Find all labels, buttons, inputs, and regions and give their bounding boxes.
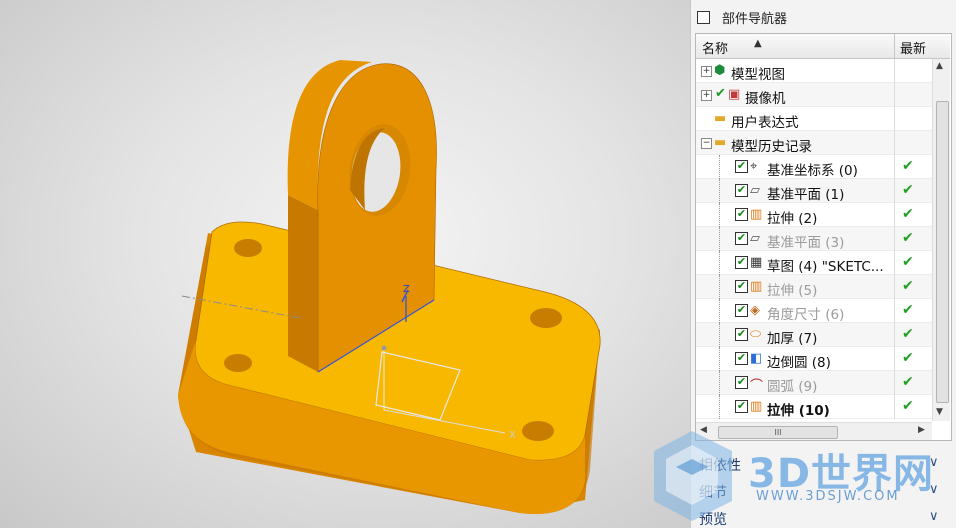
feature-checkbox[interactable]: ✔ [735, 376, 748, 389]
navigator-title-bar: 部件导航器 [697, 6, 787, 28]
angle-dimension-icon: ◈ [750, 303, 760, 318]
tree-row-label: 模型历史记录 [731, 139, 812, 155]
scroll-down-icon[interactable]: ▼ [936, 407, 943, 417]
navigator-tree: 名称 ▲ 最新 + ⬢ 模型视图 + ✔ ▣ 摄像机 ▬ 用户表达式 − ▬ 模型历史记录 ✔ ⌖ 基准坐标… [695, 33, 952, 441]
feature-checkbox[interactable]: ✔ [735, 160, 748, 173]
feature-checkbox[interactable]: ✔ [735, 184, 748, 197]
tree-row[interactable]: ✔ ▱ 基准平面 (3) ✔ [696, 227, 932, 251]
tree-header: 名称 ▲ 最新 [696, 34, 950, 59]
arc-icon: ⌒ [750, 379, 764, 394]
preview-expand-icon[interactable]: ∨ [929, 509, 939, 524]
dependents-expand-icon[interactable]: ∨ [929, 455, 939, 470]
section-preview[interactable]: 预览 [699, 509, 727, 529]
feature-checkbox[interactable]: ✔ [735, 208, 748, 221]
tree-row[interactable]: + ✔ ▣ 摄像机 [696, 83, 932, 107]
latest-check-icon: ✔ [902, 254, 914, 270]
tree-row[interactable]: ✔ ◈ 角度尺寸 (6) ✔ [696, 299, 932, 323]
folder-icon: ▬ [714, 111, 727, 126]
feature-checkbox[interactable]: ✔ [735, 328, 748, 341]
triad-x-label: X [509, 430, 516, 441]
latest-check-icon: ✔ [902, 182, 914, 198]
tree-row[interactable]: ✔ ▱ 基准平面 (1) ✔ [696, 179, 932, 203]
feature-checkbox[interactable]: ✔ [735, 352, 748, 365]
tree-row-label: 基准坐标系 (0) [767, 163, 858, 179]
tree-row[interactable]: ✔ ⬭ 加厚 (7) ✔ [696, 323, 932, 347]
extrude-icon: ▥ [750, 207, 763, 222]
vertical-scrollbar[interactable]: ▲ ▼ [932, 59, 950, 421]
latest-check-icon: ✔ [902, 326, 914, 342]
tree-row-label: 摄像机 [745, 91, 786, 107]
folder-open-icon: ▬ [714, 135, 727, 150]
edge-blend-icon: ◧ [750, 351, 763, 366]
tree-row-label: 用户表达式 [731, 115, 799, 131]
camera-icon: ▣ [728, 87, 741, 102]
tree-row-label: 边倒圆 (8) [767, 355, 831, 371]
tree-row-label: 模型视图 [731, 67, 785, 83]
tree-row-label: 拉伸 (10) [767, 403, 830, 419]
tree-row[interactable]: − ▬ 模型历史记录 [696, 131, 932, 155]
tree-row-label: 基准平面 (3) [767, 235, 845, 251]
tree-row[interactable]: ✔ ▥ 拉伸 (5) ✔ [696, 275, 932, 299]
expand-icon[interactable]: + [701, 66, 712, 77]
tree-row-label: 加厚 (7) [767, 331, 818, 347]
scroll-thumb[interactable] [936, 101, 949, 403]
feature-checkbox[interactable]: ✔ [735, 304, 748, 317]
part-navigator-panel: 部件导航器 名称 ▲ 最新 + ⬢ 模型视图 + ✔ ▣ 摄像机 ▬ 用户表达式 − ▬ 模型历史记录… [690, 0, 956, 528]
extrude-icon: ▥ [750, 399, 763, 414]
camera-check-icon: ✔ [715, 86, 726, 101]
datum-csys-icon: ⌖ [750, 159, 758, 174]
tree-row-label: 角度尺寸 (6) [767, 307, 845, 323]
triad-z-label: Z [403, 284, 410, 295]
tree-row[interactable]: ✔ ▥ 拉伸 (2) ✔ [696, 203, 932, 227]
collapse-icon[interactable]: − [701, 138, 712, 149]
feature-checkbox[interactable]: ✔ [735, 280, 748, 293]
latest-check-icon: ✔ [902, 374, 914, 390]
expand-icon[interactable]: + [701, 90, 712, 101]
tree-row-label: 拉伸 (2) [767, 211, 818, 227]
sketch-icon: ▦ [750, 255, 763, 270]
tree-row[interactable]: ✔ ◧ 边倒圆 (8) ✔ [696, 347, 932, 371]
thicken-icon: ⬭ [750, 327, 762, 342]
latest-check-icon: ✔ [902, 302, 914, 318]
extrude-icon: ▥ [750, 279, 763, 294]
section-details[interactable]: 细节 [699, 482, 727, 502]
horizontal-scrollbar[interactable]: ◀ III ▶ [696, 422, 932, 440]
tree-row-label: 拉伸 (5) [767, 283, 818, 299]
latest-check-icon: ✔ [902, 158, 914, 174]
column-header-latest[interactable]: 最新 [900, 38, 926, 57]
column-header-name[interactable]: 名称 [702, 38, 728, 57]
tree-row[interactable]: ✔ ⌖ 基准坐标系 (0) ✔ [696, 155, 932, 179]
latest-check-icon: ✔ [902, 230, 914, 246]
latest-check-icon: ✔ [902, 398, 914, 414]
datum-plane-icon: ▱ [750, 231, 760, 246]
pin-checkbox[interactable] [697, 10, 710, 24]
details-expand-icon[interactable]: ∨ [929, 482, 939, 497]
tree-row[interactable]: ✔ ▦ 草图 (4) "SKETC... ✔ [696, 251, 932, 275]
tree-row-label: 圆弧 (9) [767, 379, 818, 395]
tree-row[interactable]: ✔ ⌒ 圆弧 (9) ✔ [696, 371, 932, 395]
feature-checkbox[interactable]: ✔ [735, 400, 748, 413]
horizontal-scroll-thumb[interactable]: III [718, 426, 838, 439]
tree-row-label: 基准平面 (1) [767, 187, 845, 203]
feature-checkbox[interactable]: ✔ [735, 256, 748, 269]
scroll-left-icon[interactable]: ◀ [700, 425, 707, 435]
section-dependents[interactable]: 相依性 [699, 455, 741, 475]
tree-row[interactable]: ▬ 用户表达式 [696, 107, 932, 131]
feature-checkbox[interactable]: ✔ [735, 232, 748, 245]
tree-row[interactable]: ✔ ▥ 拉伸 (10) ✔ [696, 395, 932, 419]
datum-plane-icon: ▱ [750, 183, 760, 198]
navigator-title: 部件导航器 [722, 11, 788, 27]
model-views-icon: ⬢ [714, 63, 726, 78]
tree-row[interactable]: + ⬢ 模型视图 [696, 59, 932, 83]
scroll-right-icon[interactable]: ▶ [918, 425, 925, 435]
tree-rows: + ⬢ 模型视图 + ✔ ▣ 摄像机 ▬ 用户表达式 − ▬ 模型历史记录 ✔ ⌖ 基准坐标系 (0) ✔ ✔ ▱… [696, 59, 932, 419]
latest-check-icon: ✔ [902, 278, 914, 294]
tree-row-label: 草图 (4) "SKETC... [767, 259, 884, 275]
latest-check-icon: ✔ [902, 206, 914, 222]
graphics-window[interactable]: Z X [0, 0, 690, 528]
sort-ascending-icon: ▲ [754, 38, 762, 49]
part-model[interactable] [0, 0, 690, 528]
scroll-up-icon[interactable]: ▲ [936, 61, 943, 71]
latest-check-icon: ✔ [902, 350, 914, 366]
